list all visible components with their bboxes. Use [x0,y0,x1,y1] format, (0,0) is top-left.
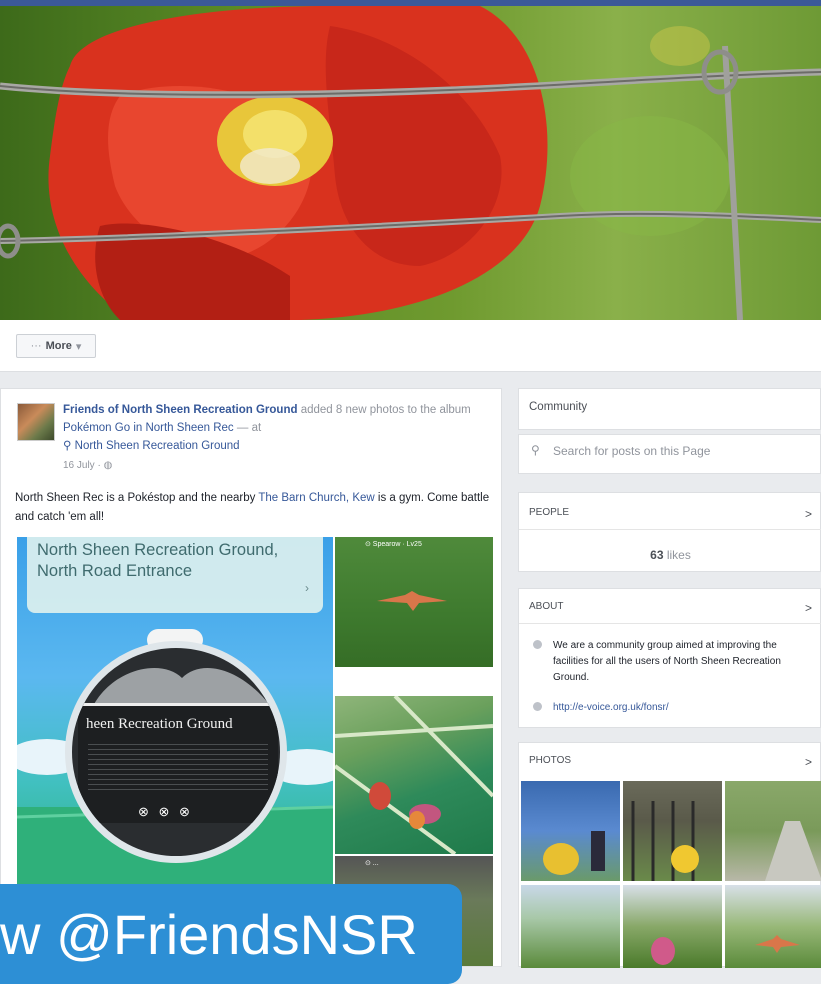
chevron-right-icon[interactable]: > [805,507,812,521]
chevron-right-icon: › [305,581,309,595]
people-card: PEOPLE > 63 likes [518,492,821,572]
pokestop-location-card[interactable]: North Sheen Recreation Ground, North Roa… [27,537,323,613]
post-author-link[interactable]: Friends of North Sheen Recreation Ground [63,404,298,416]
timeline-post: Friends of North Sheen Recreation Ground… [0,388,502,967]
search-input[interactable]: Search for posts on this Page [553,444,710,458]
park-sign-text: heen Recreation Ground [86,716,233,732]
spearow-pokemon-icon [377,591,447,611]
category-card: Community [518,388,821,430]
post-body: North Sheen Rec is a Pokéstop and the ne… [15,489,495,527]
chevron-down-icon: ▾ [75,340,82,353]
photo-thumb-1[interactable] [521,781,620,881]
no-entry-icons: ⊗ ⊗ ⊗ [138,804,193,819]
pokestop-disc[interactable]: heen Recreation Ground ⊗ ⊗ ⊗ [65,641,287,863]
pokemon-encounter-label: ⊙ Spearow · Lv25 [365,541,422,548]
psyduck-thumb [631,801,699,881]
album-link[interactable]: Pokémon Go in North Sheen Rec [63,422,234,434]
page-search[interactable]: ⚲ Search for posts on this Page [518,434,821,474]
cover-photo[interactable] [0,6,821,320]
about-section-title[interactable]: ABOUT [529,601,563,612]
post-photo-tile-2[interactable] [335,696,493,854]
location-pin-icon: ⚲ [63,440,72,452]
cover-poppy-image [0,6,821,320]
post-action-text: added 8 new photos to the album [297,404,471,416]
photo-thumb-4[interactable] [521,885,620,968]
post-timestamp[interactable]: 16 July · ◍ [63,460,112,471]
globe-icon [533,702,542,711]
page-action-bar: ··· More ▾ [0,320,821,372]
tree-silhouette [92,668,272,708]
more-button[interactable]: ··· More ▾ [16,334,96,358]
search-icon: ⚲ [531,443,540,457]
about-description: We are a community group aimed at improv… [553,640,781,683]
follow-banner-text: w @FriendsNSR [0,903,418,966]
page-category[interactable]: Community [529,401,587,413]
pokemon-map-scene [335,696,493,854]
spearow-thumb [755,935,800,953]
people-section-title[interactable]: PEOPLE [529,507,569,518]
photo-thumb-6[interactable] [725,885,821,968]
place-link[interactable]: North Sheen Recreation Ground [75,440,240,452]
post-header: Friends of North Sheen Recreation Ground… [63,401,483,455]
park-sign: heen Recreation Ground ⊗ ⊗ ⊗ [78,703,278,823]
photo-thumb-2[interactable] [623,781,722,881]
follow-banner[interactable]: w @FriendsNSR [0,884,462,984]
photo-thumb-5[interactable] [623,885,722,968]
photo-thumb-3[interactable] [725,781,821,881]
about-website-row: http://e-voice.org.uk/fonsr/ [529,700,812,718]
barn-church-link[interactable]: The Barn Church, Kew [258,492,374,504]
post-time: 16 July · [63,460,104,471]
chevron-right-icon[interactable]: > [805,755,812,769]
more-button-label: More [45,340,72,352]
divider [519,623,821,624]
post-photo-tile-1[interactable]: ⊙ Spearow · Lv25 [335,537,493,667]
divider [519,529,821,530]
more-dots: ··· [30,340,42,352]
chevron-right-icon[interactable]: > [805,601,812,615]
info-icon [533,640,542,649]
pokestop-location-title: North Sheen Recreation Ground, North Roa… [37,541,279,580]
about-card: ABOUT > We are a community group aimed a… [518,588,821,728]
post-photo-main[interactable]: North Sheen Recreation Ground, North Roa… [17,537,333,888]
photos-section-title[interactable]: PHOTOS [529,755,571,766]
about-description-row: We are a community group aimed at improv… [529,638,812,688]
likes-number: 63 [650,548,664,562]
likes-count[interactable]: 63 likes [519,548,821,562]
park-sign-rules [88,744,268,794]
photos-card: PHOTOS > [518,742,821,968]
post-at-text: — at [233,422,262,434]
park-path-thumb [765,821,821,881]
globe-icon: ◍ [103,460,113,471]
tile3-label: ⊙ ... [365,860,379,867]
likes-word: likes [663,548,691,562]
pokemon-thumb [651,937,675,965]
post-text-before: North Sheen Rec is a Pokéstop and the ne… [15,492,259,504]
pokemon-battle-thumb [543,831,605,875]
website-link[interactable]: http://e-voice.org.uk/fonsr/ [553,700,813,716]
avatar[interactable] [17,403,55,441]
